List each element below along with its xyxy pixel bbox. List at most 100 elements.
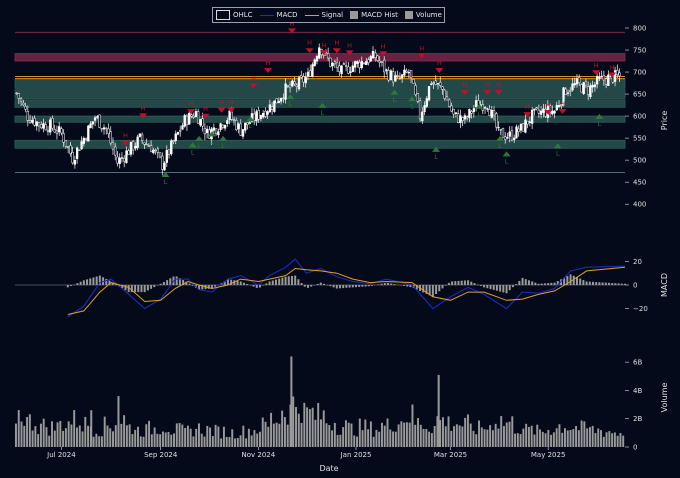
volume-bar xyxy=(444,426,447,447)
candle-body xyxy=(219,123,222,130)
macd-hist-bar xyxy=(505,285,508,294)
candle-body xyxy=(149,145,153,153)
candle-body xyxy=(555,105,558,111)
macd-hist-bar xyxy=(588,281,591,285)
candle-body xyxy=(376,55,379,61)
y-tick-label: −20 xyxy=(633,305,648,313)
candle-body xyxy=(392,71,395,83)
macd-hist-bar xyxy=(585,281,588,285)
volume-bar xyxy=(272,423,275,447)
macd-hist-bar xyxy=(284,276,287,285)
candle-body xyxy=(152,149,155,154)
macd-hist-bar xyxy=(146,285,149,291)
high-marker-triangle xyxy=(435,68,444,74)
volume-bar xyxy=(575,425,578,447)
candle-body xyxy=(409,70,413,79)
candle-body xyxy=(315,56,319,62)
candle-body xyxy=(253,113,256,121)
volume-bar xyxy=(403,422,406,447)
macd-hist-bar xyxy=(329,285,332,287)
volume-bar xyxy=(328,425,331,447)
stock-chart: HHHHH HHHHH H H H H HHH H HH H HH HLLLLLLLLLLLLLLLL… xyxy=(14,19,669,473)
volume-bar xyxy=(270,412,273,447)
candle-body xyxy=(96,116,99,118)
macd-hist-bar xyxy=(495,285,498,291)
volume-bar xyxy=(577,430,580,447)
volume-bar xyxy=(106,425,109,447)
high-marker-label: H xyxy=(485,81,490,89)
volume-bar xyxy=(236,438,239,447)
volume-bar xyxy=(128,424,131,447)
macd-hist-bar xyxy=(351,285,354,288)
macd-hist-bar xyxy=(527,280,530,285)
macd-hist-bar xyxy=(444,285,447,286)
volume-bar xyxy=(333,422,336,447)
x-tick-label: Sep 2024 xyxy=(144,451,178,459)
volume-bar xyxy=(283,417,286,447)
macd-hist-bar xyxy=(380,283,383,285)
volume-bar xyxy=(561,432,564,447)
volume-bar xyxy=(139,436,142,447)
candle-body xyxy=(223,124,227,129)
volume-bar xyxy=(417,418,419,447)
candle-body xyxy=(508,131,511,137)
candle-body xyxy=(67,146,70,148)
candle-body xyxy=(60,128,63,134)
candle-body xyxy=(369,56,372,62)
candle-body xyxy=(71,152,74,164)
volume-bar xyxy=(37,434,40,447)
volume-bar xyxy=(544,433,547,447)
macd-hist-bar xyxy=(454,281,457,285)
candle-body xyxy=(327,53,330,59)
signal-line xyxy=(67,266,626,315)
candle-body xyxy=(436,83,440,85)
volume-bar xyxy=(98,436,101,447)
volume-bar xyxy=(84,416,87,447)
volume-bar xyxy=(516,433,519,447)
macd-hist-bar xyxy=(143,285,146,293)
macd-hist-bar xyxy=(252,285,255,287)
y-tick-label: 500 xyxy=(633,157,646,165)
volume-bar xyxy=(608,431,611,447)
candle-body xyxy=(87,125,90,142)
y-tick-label: 2B xyxy=(633,415,642,423)
candle-body xyxy=(403,69,406,76)
candle-body xyxy=(450,105,453,112)
low-marker-label: L xyxy=(498,142,502,150)
macd-hist-bar xyxy=(150,285,153,289)
macd-hist-bar xyxy=(214,285,217,287)
volume-bar xyxy=(564,428,566,447)
candle-body xyxy=(470,111,473,114)
volume-bar xyxy=(347,422,350,447)
candle-body xyxy=(414,85,417,95)
candle-body xyxy=(423,105,426,113)
volume-bar xyxy=(616,435,619,447)
candle-body xyxy=(235,119,238,130)
volume-bar xyxy=(81,431,84,447)
volume-bar xyxy=(586,428,589,447)
candle-body xyxy=(569,90,572,92)
y-tick-label: 0 xyxy=(633,282,637,290)
signal-swatch-icon xyxy=(304,14,319,16)
candle-body xyxy=(445,96,449,101)
candle-body xyxy=(118,157,121,164)
volume-bar xyxy=(73,410,76,447)
high-marker-triangle xyxy=(305,48,314,54)
volume-bar xyxy=(594,433,597,447)
macd-hist-bar xyxy=(70,285,73,286)
candle-body xyxy=(618,72,621,77)
candle-body xyxy=(571,83,574,91)
macd-hist-bar xyxy=(467,280,470,285)
volume-bar xyxy=(386,418,389,447)
macd-hist-bar xyxy=(521,277,524,285)
low-marker-label: L xyxy=(289,100,293,108)
volume-bar xyxy=(552,432,555,447)
volume-bar xyxy=(15,423,17,447)
volume-bar xyxy=(447,416,450,447)
macd-hist-bar xyxy=(166,280,169,285)
macd-hist-bar xyxy=(406,285,409,287)
candle-body xyxy=(300,75,303,78)
macd-hist-bar xyxy=(355,285,358,288)
candle-body xyxy=(293,81,296,85)
candle-body xyxy=(62,133,65,143)
